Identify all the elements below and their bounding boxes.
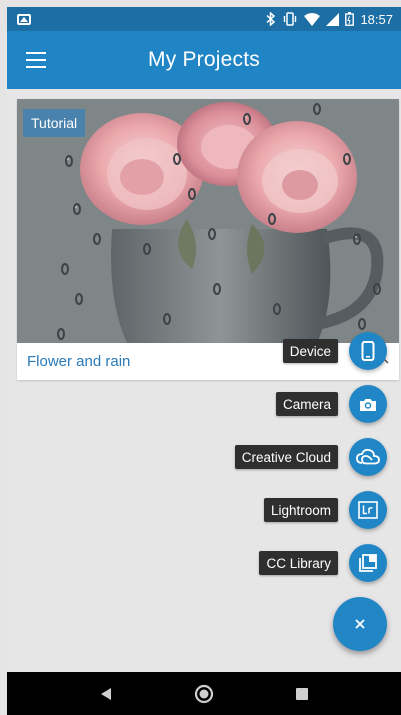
creative-cloud-icon xyxy=(356,448,380,465)
fab-label-device[interactable]: Device xyxy=(282,339,338,363)
signal-icon xyxy=(326,12,340,26)
image-notification-icon xyxy=(17,13,31,25)
lightroom-icon xyxy=(358,501,378,519)
page-title: My Projects xyxy=(148,48,260,71)
device-button[interactable] xyxy=(349,332,387,370)
back-button[interactable] xyxy=(94,682,118,706)
bluetooth-icon xyxy=(266,12,276,26)
menu-icon[interactable] xyxy=(26,52,46,68)
close-fab-button[interactable] xyxy=(333,597,387,651)
battery-icon xyxy=(345,12,355,26)
status-bar: 18:57 xyxy=(7,7,401,31)
fab-item-creative-cloud[interactable]: Creative Cloud xyxy=(234,438,387,476)
project-thumbnail[interactable]: Tutorial xyxy=(17,99,399,343)
vibrate-icon xyxy=(284,12,297,26)
status-time: 18:57 xyxy=(360,11,393,27)
app-bar: My Projects xyxy=(7,31,401,89)
close-icon xyxy=(355,619,365,629)
camera-icon xyxy=(360,398,376,411)
fab-item-device[interactable]: Device xyxy=(282,332,387,370)
recents-button[interactable] xyxy=(290,682,314,706)
project-title[interactable]: Flower and rain xyxy=(27,353,130,370)
camera-button[interactable] xyxy=(349,385,387,423)
lightroom-button[interactable] xyxy=(349,491,387,529)
system-nav-bar xyxy=(7,672,401,715)
creative-cloud-button[interactable] xyxy=(349,438,387,476)
wifi-icon xyxy=(304,12,321,26)
back-triangle-icon xyxy=(101,687,111,700)
fab-label-camera[interactable]: Camera xyxy=(275,392,338,416)
fab-label-lightroom[interactable]: Lightroom xyxy=(263,498,338,522)
library-icon xyxy=(359,554,377,572)
fab-label-cc-library[interactable]: CC Library xyxy=(259,551,338,575)
home-button[interactable] xyxy=(192,682,216,706)
fab-item-lightroom[interactable]: Lightroom xyxy=(263,491,387,529)
fab-label-creative-cloud[interactable]: Creative Cloud xyxy=(234,445,338,469)
tutorial-badge: Tutorial xyxy=(23,109,86,137)
cc-library-button[interactable] xyxy=(349,544,387,582)
fab-item-cc-library[interactable]: CC Library xyxy=(259,544,387,582)
recents-square-icon xyxy=(296,687,308,700)
home-circle-icon xyxy=(194,684,214,703)
screen: 18:57 My Projects Tutorial Flower and ra… xyxy=(7,7,401,715)
fab-item-camera[interactable]: Camera xyxy=(275,385,387,423)
phone-icon xyxy=(361,341,375,361)
